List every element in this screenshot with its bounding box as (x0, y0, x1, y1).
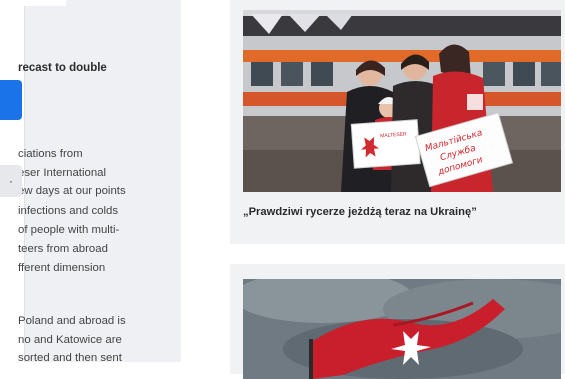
article-card[interactable]: MALTESER Мальтійська Служба допомоги „Pr… (230, 0, 565, 244)
body-text-line: ciations from (18, 148, 83, 160)
article-title[interactable]: „Prawdziwi rycerze jeżdżą teraz na Ukrai… (243, 206, 477, 218)
left-top-strip (0, 0, 66, 6)
body-text-line: ew days at our points (18, 185, 126, 197)
body-text-line: infections and colds (18, 205, 119, 217)
body-text-line: fferent dimension (18, 262, 106, 274)
article-card[interactable] (230, 264, 565, 379)
article-photo[interactable]: MALTESER Мальтійська Служба допомоги (243, 10, 561, 192)
dropdown-select[interactable]: · (0, 165, 22, 197)
article-heading[interactable]: recast to double (18, 62, 107, 74)
body-text-line: teers from abroad (18, 243, 108, 255)
article-photo[interactable] (243, 279, 561, 379)
body-text-line: sorted and then sent (18, 352, 122, 364)
body-text-line: Poland and abroad is (18, 315, 126, 327)
body-text-line: of people with multi- (18, 224, 120, 236)
body-text-line: eser International (18, 167, 107, 179)
primary-button[interactable] (0, 80, 22, 120)
body-text-line: no and Katowice are (18, 334, 122, 346)
left-column: recast to double ciations from eser Inte… (0, 0, 181, 364)
